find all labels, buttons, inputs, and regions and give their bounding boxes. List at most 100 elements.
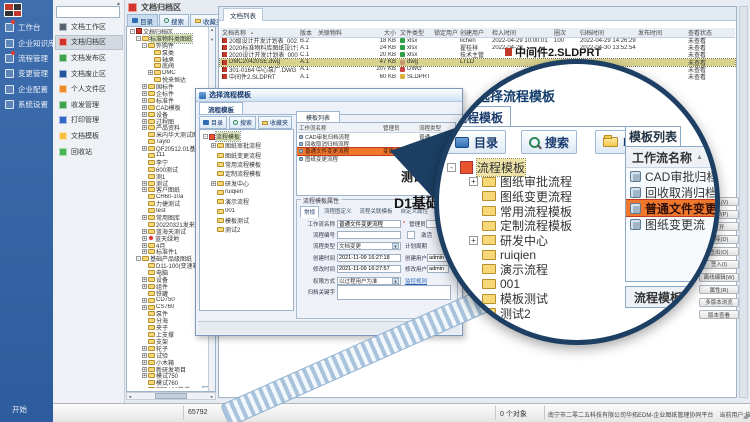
expand-toggle-icon[interactable]: +: [148, 70, 153, 75]
sidebar-item[interactable]: 变更管理: [5, 66, 53, 81]
tab-template-list[interactable]: 模板列表: [296, 111, 340, 122]
magnified-tree-item[interactable]: + 研发中心: [445, 233, 625, 248]
expand-toggle-icon[interactable]: +: [142, 105, 147, 110]
magnified-tree-item[interactable]: - 流程模板: [445, 160, 625, 175]
tab-process-template[interactable]: 流程模板: [199, 102, 243, 114]
expand-toggle-icon[interactable]: +: [142, 360, 147, 365]
expand-toggle-icon[interactable]: +: [469, 177, 478, 186]
expand-toggle-icon[interactable]: +: [142, 84, 147, 89]
tab-file-list[interactable]: 文档列表: [223, 8, 263, 21]
template-tree-item[interactable]: 测试2: [201, 225, 292, 234]
magnified-tree-item[interactable]: 常用流程模板: [445, 204, 625, 219]
column-workflow-name[interactable]: 工作流名称: [297, 124, 383, 132]
expand-toggle-icon[interactable]: +: [142, 181, 147, 186]
magnified-tree-item[interactable]: 图纸变更流程: [445, 189, 625, 204]
workspace-item[interactable]: 回收站: [55, 144, 123, 160]
tree-item[interactable]: 底阀: [128, 62, 210, 69]
expand-toggle-icon[interactable]: +: [142, 215, 147, 220]
expand-toggle-icon[interactable]: +: [142, 367, 147, 372]
dialog-toolbar-button[interactable]: 搜索: [229, 116, 256, 129]
column-header[interactable]: 关联物料: [316, 28, 372, 37]
column-header[interactable]: 检入时间: [490, 28, 552, 37]
magnified-template-row[interactable]: 图纸变更流: [626, 216, 720, 232]
magnified-tree-item[interactable]: 001: [445, 277, 625, 292]
workspace-search-input[interactable]: [56, 6, 120, 18]
column-type[interactable]: 流程类型: [419, 124, 449, 132]
expand-toggle-icon[interactable]: +: [142, 353, 147, 358]
sidebar-item[interactable]: 系统设置: [5, 97, 53, 112]
expand-toggle-icon[interactable]: +: [142, 249, 147, 254]
expand-toggle-icon[interactable]: -: [447, 163, 456, 172]
magnified-column-header[interactable]: 工作流名称: [626, 147, 720, 168]
file-row[interactable]: 中间件2.SLDPRT A.1 60 KB SLDPRT 未查看: [220, 73, 735, 80]
magnified-tree-item[interactable]: 测试2: [445, 306, 625, 321]
template-tree-item[interactable]: + 图纸审批流程: [201, 141, 292, 150]
properties-tab[interactable]: 流程图定义: [321, 206, 355, 218]
expand-toggle-icon[interactable]: +: [142, 277, 147, 282]
template-tree-item[interactable]: - 流程模板: [201, 132, 292, 141]
template-tree-item[interactable]: 演示流程: [201, 197, 292, 206]
search-button[interactable]: 搜索: [521, 130, 577, 154]
tree-item[interactable]: ETR100静液驱动化 0 图纸 ▼: [128, 386, 210, 388]
expand-toggle-icon[interactable]: +: [211, 181, 216, 186]
workspace-item[interactable]: 文档模板: [55, 128, 123, 144]
expand-toggle-icon[interactable]: +: [142, 298, 147, 303]
tree-horizontal-scrollbar[interactable]: ◄►: [126, 392, 216, 400]
workspace-item[interactable]: 文档发布区: [55, 50, 123, 66]
dialog-titlebar[interactable]: 选择流程模板: [196, 89, 462, 102]
expand-toggle-icon[interactable]: +: [142, 98, 147, 103]
template-tree-item[interactable]: ruiqien: [201, 188, 292, 197]
expand-toggle-icon[interactable]: -: [142, 43, 147, 48]
magnified-template-row[interactable]: CAD审批归档: [626, 168, 720, 184]
expand-toggle-icon[interactable]: +: [142, 305, 147, 310]
tree-item[interactable]: + 轮子: [128, 345, 210, 352]
process-code-field[interactable]: [337, 231, 401, 239]
magnified-tab-process-template[interactable]: 流程模板: [447, 106, 511, 127]
column-header[interactable]: 文件类型: [398, 28, 432, 37]
magnified-tab-template-list[interactable]: 模板列表: [625, 126, 681, 146]
expand-toggle-icon[interactable]: -: [203, 134, 208, 139]
magnified-tree-item[interactable]: ruiqien: [445, 248, 625, 263]
column-header[interactable]: 圈次: [552, 28, 578, 37]
expand-toggle-icon[interactable]: +: [469, 236, 478, 245]
resize-grip-icon[interactable]: ◢: [743, 412, 748, 420]
expand-toggle-icon[interactable]: +: [142, 373, 147, 378]
template-row[interactable]: 图纸变更流程: [297, 155, 455, 162]
modified-time-field[interactable]: [337, 265, 401, 273]
permission-select[interactable]: 以过程用户为准▼: [337, 277, 401, 285]
magnified-template-row[interactable]: 回收取消归档: [626, 184, 720, 200]
dialog-toolbar-button[interactable]: 目录: [199, 116, 227, 129]
sidebar-item[interactable]: 企业知识库: [5, 35, 53, 50]
workspace-item[interactable]: 文档归档区: [55, 35, 123, 51]
expand-toggle-icon[interactable]: -: [130, 29, 135, 34]
column-header[interactable]: 锁定用户: [432, 28, 458, 37]
workspace-item[interactable]: 个人文件区: [55, 81, 123, 97]
expand-toggle-icon[interactable]: -: [136, 36, 141, 41]
archive-keyword-field[interactable]: [337, 285, 451, 300]
expand-toggle-icon[interactable]: +: [142, 91, 147, 96]
action-button[interactable]: 版本查看: [699, 310, 739, 319]
template-tree-item[interactable]: + 研发中心: [201, 178, 292, 187]
column-header[interactable]: 发布时间: [636, 28, 686, 37]
created-time-field[interactable]: [337, 254, 401, 262]
expand-toggle-icon[interactable]: +: [142, 125, 147, 130]
workspace-item[interactable]: 打印管理: [55, 113, 123, 129]
template-tree-item[interactable]: 定制流程模板: [201, 169, 292, 178]
expand-toggle-icon[interactable]: +: [142, 243, 147, 248]
properties-tab[interactable]: 常规: [300, 206, 319, 218]
column-header[interactable]: 创建用户: [458, 28, 490, 37]
workspace-item[interactable]: 收发管理: [55, 97, 123, 113]
template-tree-item[interactable]: 001: [201, 206, 292, 215]
column-header[interactable]: 归档时间: [578, 28, 636, 37]
sidebar-item[interactable]: 工作台: [5, 20, 53, 35]
sidebar-item[interactable]: 企业配置: [5, 82, 53, 97]
properties-tab[interactable]: 流程关联模板: [357, 206, 396, 218]
magnified-tree-item[interactable]: 定制流程模板: [445, 218, 625, 233]
catalog-button[interactable]: 目录: [447, 130, 506, 154]
file-row[interactable]: 2020设计开发计划表_000001... C.1 20 KB xlsx 技术主…: [220, 51, 735, 58]
expand-toggle-icon[interactable]: +: [211, 143, 216, 148]
expand-toggle-icon[interactable]: +: [142, 187, 147, 192]
template-tree-item[interactable]: 模板测试: [201, 216, 292, 225]
expand-toggle-icon[interactable]: +: [142, 346, 147, 351]
template-tree-item[interactable]: 常用流程模板: [201, 160, 292, 169]
